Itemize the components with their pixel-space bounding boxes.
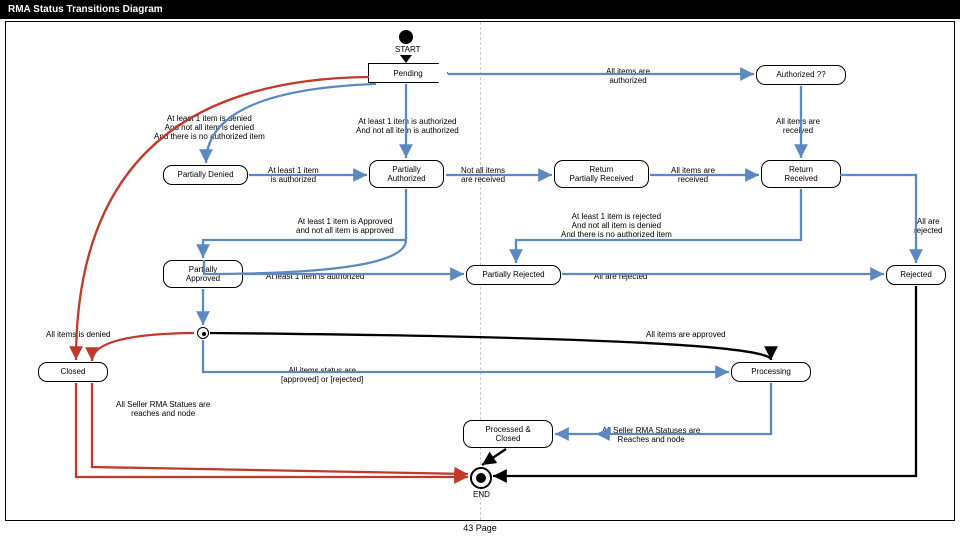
node-processing: Processing	[731, 362, 811, 382]
label-proc-status: All items status are [approved] or [reje…	[281, 366, 363, 384]
page-footer: 43 Page	[0, 521, 960, 533]
label-allauth: All items are authorized	[606, 67, 650, 85]
label-pr-cond: At least 1 item is rejected And not all …	[561, 212, 672, 240]
start-node-icon	[399, 30, 413, 44]
node-authorized: Authorized ??	[756, 65, 846, 85]
node-partially-authorized: Partially Authorized	[369, 160, 444, 188]
label-not-all-recv: Not all items are received	[461, 166, 505, 184]
node-partially-denied: Partially Denied	[163, 165, 248, 185]
node-return-partial: Return Partially Received	[554, 160, 649, 188]
label-pd-cond: At least 1 item is denied And not all it…	[154, 114, 265, 142]
node-closed: Closed	[38, 362, 108, 382]
label-all-approved: All items are approved	[646, 330, 726, 339]
node-processed-closed: Processed & Closed	[463, 420, 553, 448]
label-pa-auth: At least 1 item is authorized	[266, 272, 364, 281]
node-return-received: Return Received	[761, 160, 841, 188]
page-title: RMA Status Transitions Diagram	[0, 0, 960, 19]
node-partially-approved: Partially Approved	[163, 260, 243, 288]
label-seller-end: All Seller RMA Statues are reaches and n…	[116, 400, 210, 418]
start-arrow-icon	[400, 55, 412, 63]
end-label: END	[473, 490, 490, 499]
label-pd-to-pa: At least 1 item is authorized	[268, 166, 319, 184]
end-node-dot-icon	[476, 473, 486, 483]
label-recv-all: All items are received	[671, 166, 715, 184]
node-pending-label: Pending	[393, 69, 422, 78]
label-all-rejected: All are rejected	[594, 272, 647, 281]
split-dot-icon	[202, 332, 206, 336]
label-allrecv: All items are received	[776, 117, 820, 135]
label-seller-end2: All Seller RMA Statuses are Reaches and …	[602, 426, 700, 444]
label-all-are-rejected: All are rejected	[914, 217, 942, 235]
diagram-canvas: START Pending Authorized ?? At least 1 i…	[5, 21, 955, 521]
label-all-denied: All items is denied	[46, 330, 110, 339]
node-partially-rejected: Partially Rejected	[466, 265, 561, 285]
label-pa-cond: At least 1 item is authorized And not al…	[356, 117, 459, 135]
node-pending: Pending	[368, 63, 448, 83]
node-rejected: Rejected	[886, 265, 946, 285]
start-label: START	[395, 45, 420, 54]
label-approved-cond: At least 1 item is Approved and not all …	[296, 217, 394, 235]
